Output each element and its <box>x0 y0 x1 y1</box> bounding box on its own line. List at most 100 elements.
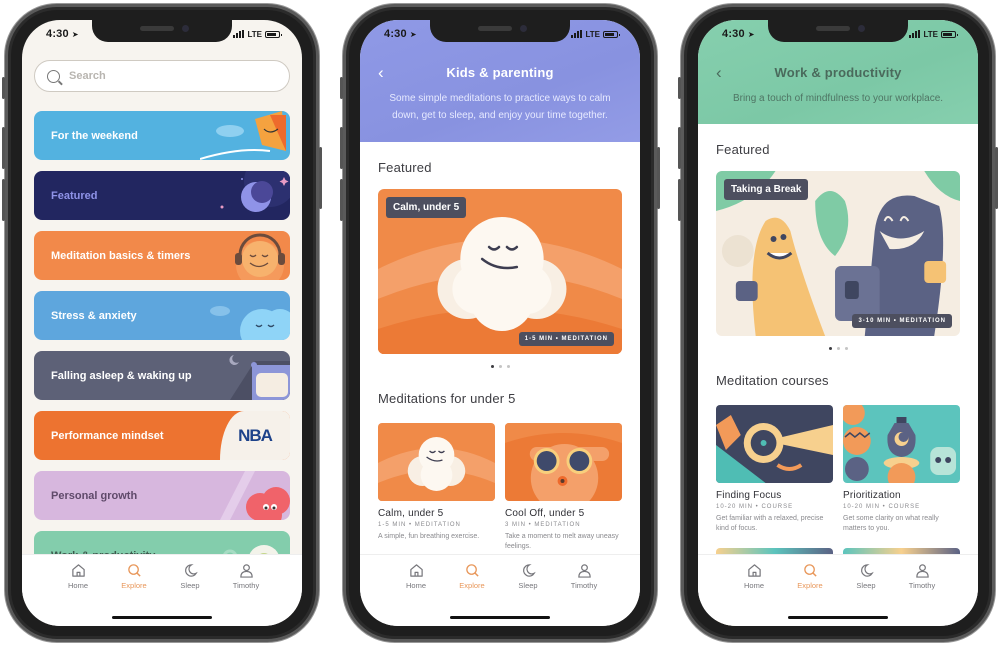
notch <box>430 20 570 42</box>
card-description: Get familiar with a relaxed, precise kin… <box>716 515 824 532</box>
tab-label: Timothy <box>232 581 260 590</box>
tab-profile[interactable]: Timothy <box>900 563 944 590</box>
user-icon <box>577 564 591 578</box>
carousel-dot[interactable] <box>498 365 502 368</box>
location-icon: ➤ <box>409 30 417 39</box>
moon-icon <box>184 564 198 577</box>
home-indicator[interactable] <box>450 616 550 619</box>
tab-home[interactable]: Home <box>732 563 776 590</box>
carousel-dot[interactable] <box>506 365 510 368</box>
tab-profile[interactable]: Timothy <box>224 563 268 590</box>
card-meta: 10-20 MIN • COURSE <box>716 504 794 510</box>
card-title: Cool Off, under 5 <box>505 508 585 519</box>
tab-explore[interactable]: Explore <box>788 563 832 590</box>
signal-icon <box>909 30 921 38</box>
pillow-illustration <box>229 355 290 400</box>
mute-switch <box>678 77 681 99</box>
category-stress-anxiety[interactable]: Stress & anxiety <box>34 291 290 340</box>
back-button[interactable]: ‹ <box>716 63 722 83</box>
moon-icon <box>522 564 536 577</box>
tab-sleep[interactable]: Sleep <box>168 563 212 590</box>
card-description: A simple, fun breathing exercise. <box>378 533 480 540</box>
featured-meta-tag: 3-10 MIN • MEDITATION <box>852 314 952 328</box>
home-indicator[interactable] <box>788 616 888 619</box>
search-input[interactable] <box>69 70 249 82</box>
meditation-grid: Calm, under 5 1-5 MIN • MEDITATION A sim… <box>378 423 622 552</box>
card-thumbnail <box>378 423 495 501</box>
search-bar[interactable] <box>34 60 290 92</box>
tab-home[interactable]: Home <box>56 563 100 590</box>
focus-illustration <box>716 415 833 483</box>
course-card[interactable]: Prioritization 10-20 MIN • COURSE Get so… <box>843 405 960 534</box>
card-title: Prioritization <box>843 490 901 501</box>
moon-illustration <box>220 171 290 212</box>
search-icon <box>47 69 60 83</box>
tab-label: Sleep <box>518 581 538 590</box>
battery-icon <box>603 30 620 38</box>
moon-icon <box>860 564 874 577</box>
category-label: Performance mindset <box>51 429 164 442</box>
nba-logo-panel: NBA <box>220 411 290 460</box>
network-type: LTE <box>247 29 262 39</box>
tab-explore[interactable]: Explore <box>112 563 156 590</box>
card-description: Take a moment to melt away uneasy feelin… <box>505 533 619 550</box>
featured-title-tag: Taking a Break <box>724 179 809 200</box>
volume-up-button <box>2 127 5 169</box>
category-for-the-weekend[interactable]: For the weekend <box>34 111 290 160</box>
meditation-card[interactable]: Cool Off, under 5 3 MIN • MEDITATION Tak… <box>505 423 622 552</box>
battery-icon <box>265 30 282 38</box>
tab-home[interactable]: Home <box>394 563 438 590</box>
carousel-dot[interactable] <box>828 347 832 350</box>
meditation-card[interactable]: Calm, under 5 1-5 MIN • MEDITATION A sim… <box>378 423 495 552</box>
search-icon <box>803 564 817 577</box>
category-list: For the weekend Featured Meditation basi… <box>34 111 290 591</box>
status-time: 4:30 <box>722 28 745 40</box>
notch <box>92 20 232 42</box>
featured-heading: Featured <box>378 160 432 175</box>
tab-label: Explore <box>121 581 147 590</box>
mute-switch <box>340 77 343 99</box>
featured-card[interactable]: Taking a Break 3-10 MIN • MEDITATION <box>716 171 960 336</box>
tab-sleep[interactable]: Sleep <box>506 563 550 590</box>
category-meditation-basics[interactable]: Meditation basics & timers <box>34 231 290 280</box>
carousel-dot[interactable] <box>490 365 494 368</box>
tab-explore[interactable]: Explore <box>450 563 494 590</box>
mute-switch <box>2 77 5 99</box>
category-performance-mindset[interactable]: Performance mindset NBA <box>34 411 290 460</box>
page-subtitle: Bring a touch of mindfulness to your wor… <box>732 93 944 104</box>
nba-logo: NBA <box>238 425 273 445</box>
course-card[interactable]: Finding Focus 10-20 MIN • COURSE Get fam… <box>716 405 833 534</box>
volume-down-button <box>678 179 681 221</box>
list-heading: Meditations for under 5 <box>378 391 516 406</box>
featured-card[interactable]: Calm, under 5 1-5 MIN • MEDITATION <box>378 189 622 354</box>
power-button <box>319 147 322 209</box>
phone-explore: 4:30➤ LTE For the weekend <box>2 4 322 642</box>
notch <box>768 20 908 42</box>
category-featured[interactable]: Featured <box>34 171 290 220</box>
cloud-face-illustration <box>210 306 290 340</box>
screen: 4:30 ➤ LTE ‹ Kids & parenting Some simple… <box>360 20 640 626</box>
tab-profile[interactable]: Timothy <box>562 563 606 590</box>
tab-label: Explore <box>459 581 485 590</box>
home-icon <box>71 564 85 577</box>
page-title: Kids & parenting <box>446 65 554 80</box>
tab-sleep[interactable]: Sleep <box>844 563 888 590</box>
list-heading: Meditation courses <box>716 373 829 388</box>
search-icon <box>127 564 141 577</box>
page-title: Work & productivity <box>774 65 902 80</box>
home-indicator[interactable] <box>112 616 212 619</box>
status-time: 4:30 <box>384 28 407 40</box>
cloud-illustration <box>378 437 495 501</box>
location-icon: ➤ <box>71 30 79 39</box>
tab-label: Explore <box>797 581 823 590</box>
carousel-dot[interactable] <box>836 347 840 350</box>
category-falling-asleep[interactable]: Falling asleep & waking up <box>34 351 290 400</box>
back-button[interactable]: ‹ <box>378 63 384 83</box>
carousel-dot[interactable] <box>844 347 848 350</box>
kite-illustration <box>200 111 286 160</box>
category-label: Falling asleep & waking up <box>51 369 192 382</box>
category-personal-growth[interactable]: Personal growth <box>34 471 290 520</box>
category-label: For the weekend <box>51 129 138 142</box>
status-time: 4:30 <box>46 28 69 40</box>
card-title: Calm, under 5 <box>378 508 444 519</box>
